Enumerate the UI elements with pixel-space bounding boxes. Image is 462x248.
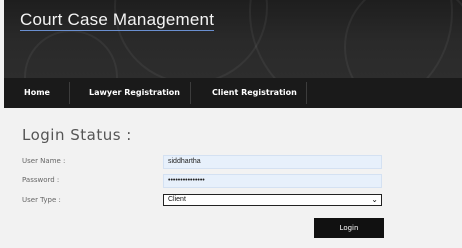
usertype-label: User Type : xyxy=(22,196,61,204)
site-title: Court Case Management xyxy=(20,10,215,31)
site-header: Court Case Management xyxy=(4,0,462,78)
login-heading: Login Status : xyxy=(22,126,132,144)
password-field[interactable]: ••••••••••••••• xyxy=(163,174,382,188)
login-panel: Login Status : User Name : siddhartha Pa… xyxy=(4,108,462,248)
chevron-down-icon: ⌄ xyxy=(371,195,378,204)
usertype-select[interactable]: Client ⌄ xyxy=(163,194,382,206)
page: Court Case Management Home Lawyer Regist… xyxy=(0,0,462,248)
nav-divider xyxy=(69,82,70,104)
nav-divider xyxy=(190,82,191,104)
nav-client-registration[interactable]: Client Registration xyxy=(212,78,297,108)
nav-divider xyxy=(306,82,307,104)
login-button[interactable]: Login xyxy=(314,218,384,238)
usertype-selected-value: Client xyxy=(168,196,186,203)
main-nav: Home Lawyer Registration Client Registra… xyxy=(4,78,462,108)
username-field[interactable]: siddhartha xyxy=(163,155,382,169)
nav-lawyer-registration[interactable]: Lawyer Registration xyxy=(89,78,180,108)
nav-home[interactable]: Home xyxy=(24,78,50,108)
password-label: Password : xyxy=(22,176,60,184)
username-label: User Name : xyxy=(22,157,66,165)
